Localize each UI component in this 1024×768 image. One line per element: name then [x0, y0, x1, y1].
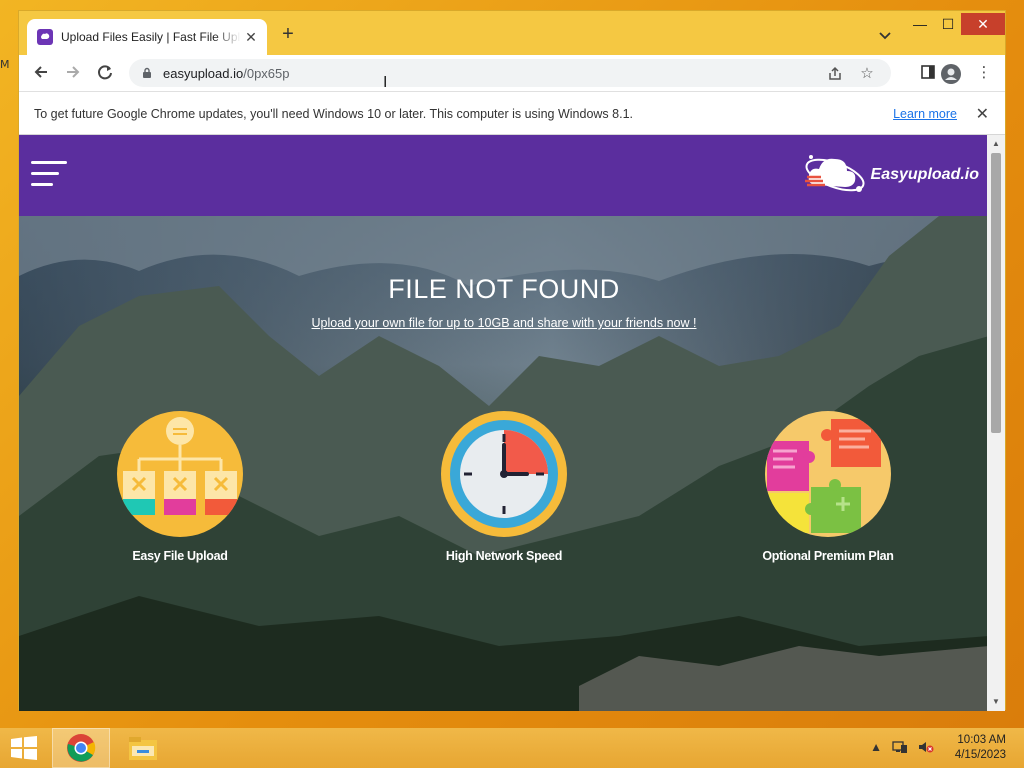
volume-muted-icon[interactable] — [918, 740, 934, 757]
chrome-icon — [67, 734, 96, 762]
share-icon[interactable] — [827, 66, 843, 82]
infobar-close-icon[interactable]: ✕ — [976, 104, 989, 124]
page-scrollbar[interactable]: ▲ ▼ — [987, 135, 1005, 711]
hamburger-menu-icon[interactable] — [31, 161, 67, 189]
new-tab-button[interactable]: + — [277, 24, 299, 46]
hero-section: FILE NOT FOUND Upload your own file for … — [19, 216, 989, 711]
scroll-up-arrow-icon[interactable]: ▲ — [987, 137, 1005, 151]
learn-more-link[interactable]: Learn more — [893, 107, 957, 121]
maximize-button[interactable]: ☐ — [933, 13, 963, 35]
tab-search-chevron-icon[interactable] — [877, 27, 893, 43]
folder-icon — [129, 737, 157, 760]
update-infobar: To get future Google Chrome updates, you… — [19, 91, 1005, 135]
taskbar-clock[interactable]: 10:03 AM 4/15/2023 — [955, 733, 1006, 763]
feature-label: Easy File Upload — [132, 549, 228, 563]
windows-start-icon[interactable] — [10, 736, 38, 760]
scroll-down-arrow-icon[interactable]: ▼ — [987, 695, 1005, 709]
browser-toolbar: easyupload.io/0px65p ☆ ⋮ — [19, 55, 1005, 91]
clock-date: 4/15/2023 — [954, 749, 1006, 761]
feature-network-speed: High Network Speed — [424, 411, 584, 563]
upload-promo-link[interactable]: Upload your own file for up to 10GB and … — [19, 316, 989, 330]
tray-expand-icon[interactable]: ▲ — [870, 740, 882, 757]
bookmark-star-icon[interactable]: ☆ — [859, 66, 875, 82]
taskbar-file-explorer-button[interactable] — [114, 728, 172, 768]
url-text: easyupload.io/0px65p — [163, 65, 290, 81]
text-cursor-icon: I — [383, 74, 388, 91]
taskbar: ▲ 10:03 AM 4/15/2023 — [0, 728, 1024, 768]
page-title: FILE NOT FOUND — [388, 274, 620, 304]
logo-text: Easyupload.io — [870, 166, 979, 183]
minimize-button[interactable]: — — [905, 13, 935, 35]
org-chart-icon — [117, 411, 243, 537]
window-close-button[interactable]: ✕ — [961, 13, 1005, 35]
puzzle-icon — [765, 411, 891, 537]
feature-easy-upload: Easy File Upload — [100, 411, 260, 563]
network-icon[interactable] — [892, 740, 908, 757]
site-favicon-icon — [37, 29, 53, 45]
feature-label: Optional Premium Plan — [762, 549, 894, 563]
cloud-logo-icon — [804, 155, 865, 192]
browser-window: Upload Files Easily | Fast File Upload ✕… — [18, 10, 1006, 711]
feature-label: High Network Speed — [445, 549, 563, 563]
forward-arrow-icon[interactable] — [63, 63, 83, 83]
lock-icon — [143, 67, 151, 78]
clock-icon — [441, 411, 567, 537]
menu-kebab-icon[interactable]: ⋮ — [975, 64, 993, 82]
site-header: Easyupload.io — [19, 135, 989, 216]
title-bar: Upload Files Easily | Fast File Upload ✕… — [19, 11, 1005, 55]
page-viewport: Easyupload.io FILE NOT FOUND Upload your… — [19, 135, 989, 711]
desktop-edge-label: M — [0, 58, 10, 71]
back-arrow-icon[interactable] — [31, 63, 51, 83]
tab-title: Upload Files Easily | Fast File Upload — [61, 30, 241, 44]
reload-icon[interactable] — [95, 63, 115, 83]
side-panel-icon[interactable] — [919, 64, 937, 82]
browser-tab[interactable]: Upload Files Easily | Fast File Upload ✕ — [27, 19, 267, 55]
infobar-message: To get future Google Chrome updates, you… — [34, 107, 633, 121]
scroll-thumb[interactable] — [991, 153, 1001, 433]
taskbar-chrome-button[interactable] — [52, 728, 110, 768]
address-bar[interactable]: easyupload.io/0px65p ☆ — [129, 59, 891, 87]
profile-avatar-icon[interactable] — [941, 64, 961, 84]
tab-close-icon[interactable]: ✕ — [243, 29, 259, 45]
site-logo[interactable]: Easyupload.io — [801, 147, 979, 203]
system-tray: ▲ — [870, 740, 934, 757]
feature-premium-plan: Optional Premium Plan — [748, 411, 908, 563]
clock-time: 10:03 AM — [957, 734, 1006, 746]
